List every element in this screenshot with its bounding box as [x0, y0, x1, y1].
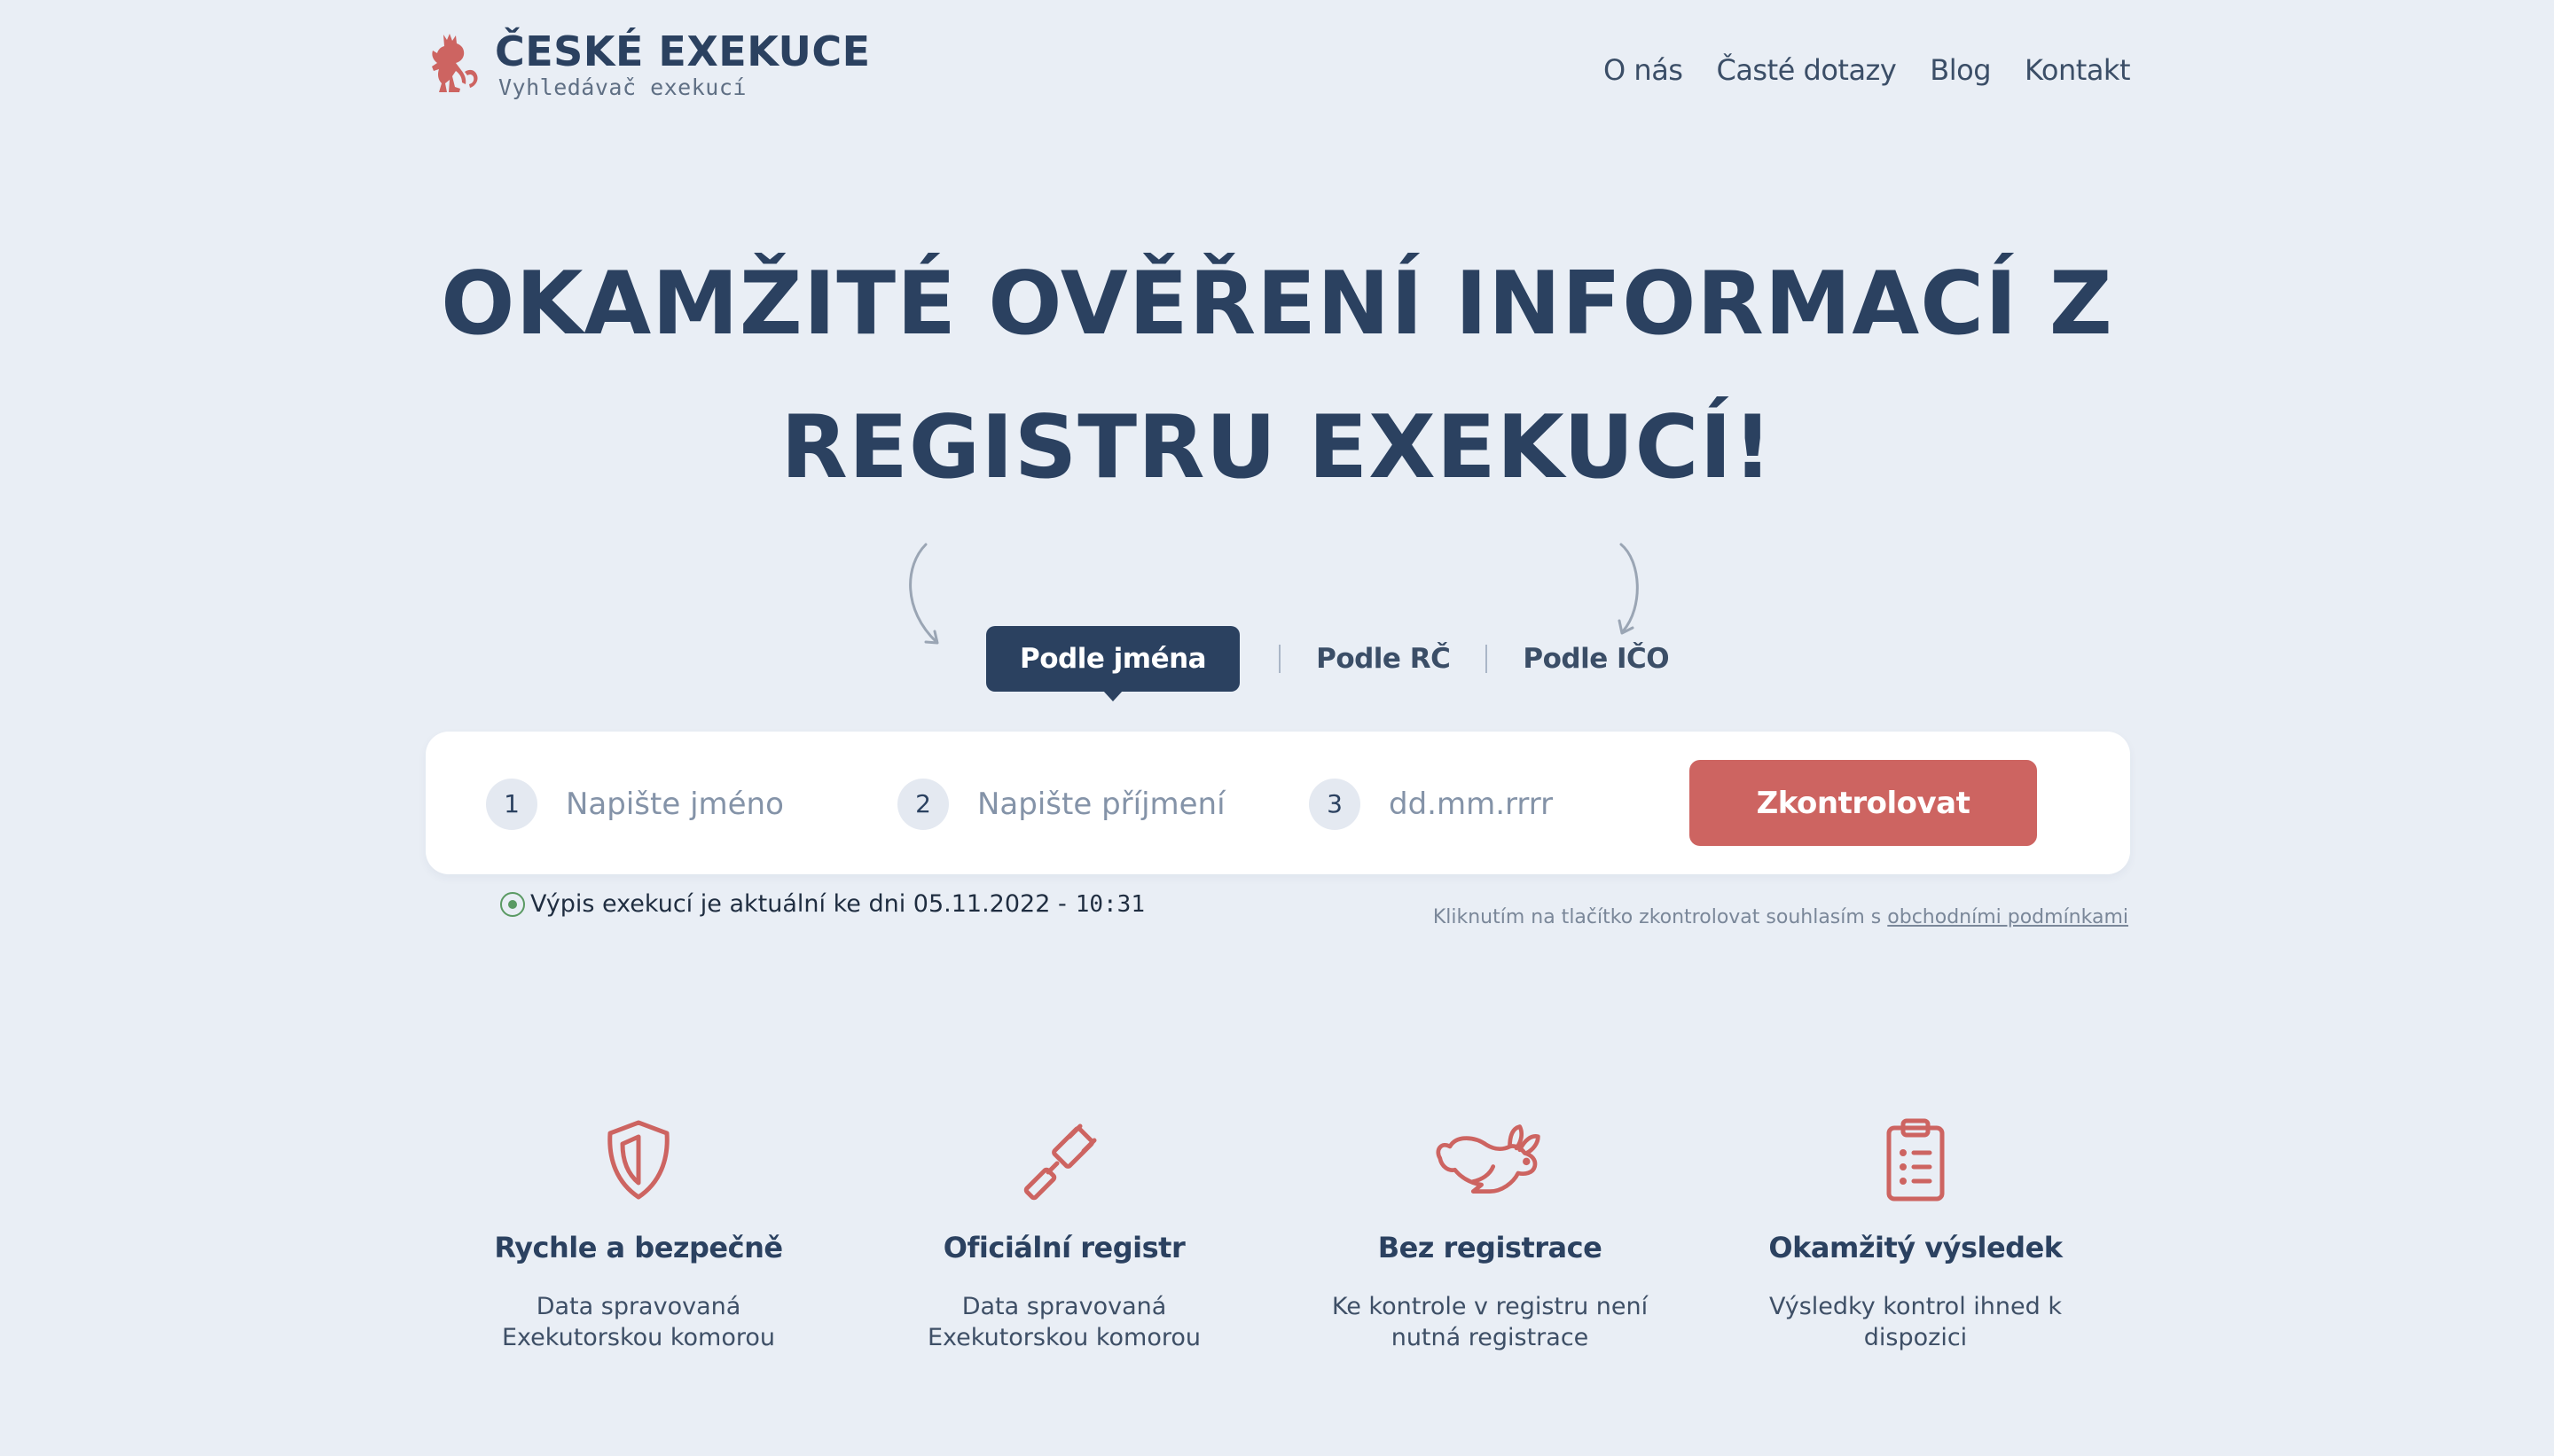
- search-mode-tabs: Podle jména Podle RČ Podle IČO: [986, 626, 1704, 701]
- hero-title-line-1: OKAMŽITÉ OVĚŘENÍ INFORMACÍ Z: [441, 254, 2113, 355]
- feature-title: Bez registrace: [1377, 1231, 1602, 1264]
- status-text: Výpis exekucí je aktuální ke dni 05.11.2…: [530, 890, 1067, 918]
- step-number-badge: 1: [486, 779, 537, 830]
- brand-subtitle: Vyhledávač exekucí: [498, 74, 747, 100]
- terms-notice: Kliknutím na tlačítko zkontrolovat souhl…: [1433, 906, 2128, 928]
- brand-title: ČESKÉ EXEKUCE: [495, 27, 871, 75]
- step-number-badge: 3: [1309, 779, 1360, 830]
- feature-description: Data spravovaná Exekutorskou komorou: [927, 1293, 1202, 1351]
- feature-description: Ke kontrole v registru není nutná registr…: [1331, 1293, 1649, 1351]
- data-freshness-status: Výpis exekucí je aktuální ke dni 05.11.2…: [500, 890, 1145, 918]
- birth-date-field-group: 3: [1309, 778, 1690, 831]
- shield-icon: [607, 1120, 670, 1200]
- feature-title: Oficiální registr: [943, 1231, 1186, 1264]
- logo[interactable]: ČESKÉ EXEKUCE Vyhledávač exekucí: [424, 27, 871, 100]
- first-name-field-group: 1: [486, 778, 867, 831]
- status-dot-icon: [500, 891, 525, 917]
- nav-link-contact[interactable]: Kontakt: [2025, 53, 2130, 87]
- tab-by-company-id[interactable]: Podle IČO: [1487, 643, 1704, 675]
- hero-title-line-2: REGISTRU EXEKUCÍ!: [780, 397, 1774, 498]
- feature-title: Rychle a bezpečně: [494, 1231, 783, 1264]
- feature-title: Okamžitý výsledek: [1768, 1231, 2063, 1264]
- feature-description: Data spravovaná Exekutorskou komorou: [501, 1293, 776, 1351]
- nav-link-blog[interactable]: Blog: [1930, 53, 1991, 87]
- features-section: Rychle a bezpečně Data spravovaná Exekuto…: [426, 1114, 2130, 1362]
- main-nav: O nás Časté dotazy Blog Kontakt: [1603, 53, 2130, 87]
- feature-official-registry: Oficiální registr Data spravovaná Exekuto…: [878, 1114, 1250, 1353]
- feature-no-registration: Bez registrace Ke kontrole v registru ne…: [1304, 1114, 1676, 1353]
- hero-title: OKAMŽITÉ OVĚŘENÍ INFORMACÍ Z REGISTRU EX…: [0, 232, 2554, 520]
- lion-logo-icon: [432, 34, 478, 92]
- terms-link[interactable]: obchodními podmínkami: [1887, 906, 2128, 928]
- tab-by-birth-number[interactable]: Podle RČ: [1281, 643, 1485, 675]
- gavel-icon: [1023, 1123, 1097, 1201]
- feature-fast-secure: Rychle a bezpečně Data spravovaná Exekuto…: [452, 1114, 825, 1353]
- nav-link-about[interactable]: O nás: [1603, 53, 1683, 87]
- terms-text: Kliknutím na tlačítko zkontrolovat souhl…: [1432, 906, 1888, 928]
- feature-instant-result: Okamžitý výsledek Výsledky kontrol ihned…: [1729, 1114, 2102, 1353]
- curved-arrow-left-icon: [909, 543, 939, 645]
- status-time: 10:31: [1075, 890, 1145, 918]
- header: ČESKÉ EXEKUCE Vyhledávač exekucí O nás Č…: [424, 27, 2130, 106]
- nav-link-faq[interactable]: Časté dotazy: [1716, 53, 1896, 87]
- birth-date-input[interactable]: [1389, 787, 1690, 822]
- tab-by-name[interactable]: Podle jména: [986, 626, 1241, 701]
- last-name-field-group: 2: [897, 778, 1279, 831]
- check-button[interactable]: Zkontrolovat: [1689, 760, 2037, 846]
- feature-description: Výsledky kontrol ihned k dispozici: [1769, 1293, 2062, 1351]
- clipboard-list-icon: [1886, 1118, 1945, 1202]
- last-name-input[interactable]: [977, 787, 1279, 822]
- step-number-badge: 2: [897, 779, 949, 830]
- search-form: 1 2 3 Zkontrolovat: [426, 732, 2130, 874]
- rabbit-icon: [1436, 1124, 1540, 1194]
- first-name-input[interactable]: [566, 787, 867, 822]
